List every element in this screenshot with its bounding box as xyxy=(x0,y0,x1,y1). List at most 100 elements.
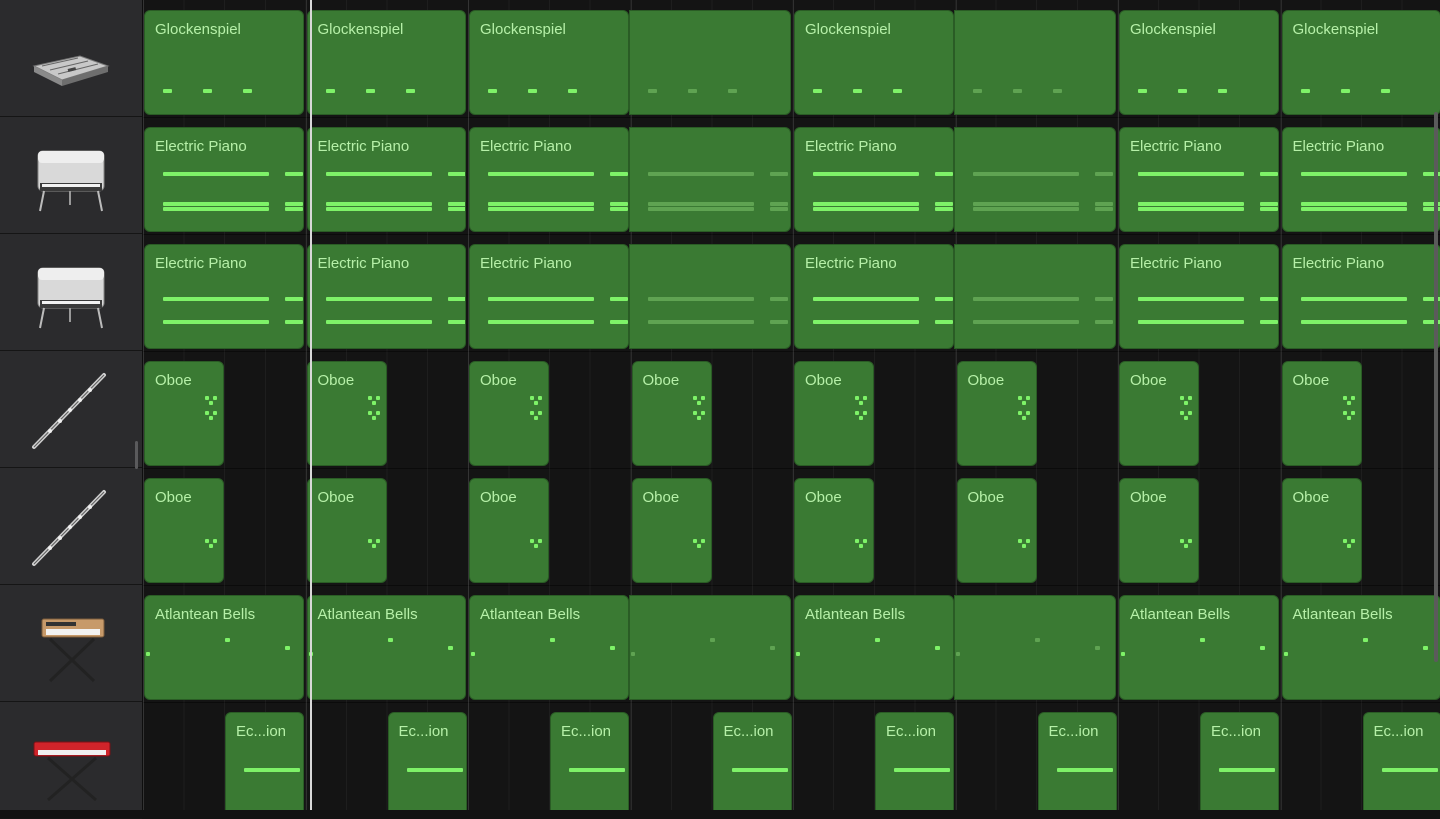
region-echo-station[interactable]: Ec...ion xyxy=(1038,712,1117,810)
region-glockenspiel[interactable] xyxy=(629,10,792,115)
region-label: Oboe xyxy=(643,489,680,506)
region-electric-piano-1[interactable]: Electric Piano xyxy=(144,127,304,232)
region-glockenspiel[interactable] xyxy=(954,10,1117,115)
track-header-glockenspiel[interactable] xyxy=(0,0,142,117)
midi-note xyxy=(530,539,534,543)
region-glockenspiel[interactable]: Glockenspiel xyxy=(794,10,954,115)
region-electric-piano-1[interactable]: Electric Piano xyxy=(307,127,467,232)
region-electric-piano-1[interactable]: Electric Piano xyxy=(1282,127,1440,232)
region-oboe-1[interactable]: Oboe xyxy=(1282,361,1362,466)
midi-note xyxy=(205,411,209,415)
region-oboe-1[interactable]: Oboe xyxy=(957,361,1037,466)
region-atlantean-bells[interactable] xyxy=(629,595,792,700)
region-label: Electric Piano xyxy=(318,138,410,155)
region-atlantean-bells[interactable]: Atlantean Bells xyxy=(1119,595,1279,700)
vertical-scrollbar[interactable] xyxy=(1434,112,1438,662)
midi-note xyxy=(1343,411,1347,415)
midi-note xyxy=(1180,539,1184,543)
midi-note xyxy=(648,207,754,211)
region-electric-piano-1[interactable] xyxy=(954,127,1117,232)
playhead[interactable] xyxy=(310,0,312,810)
region-atlantean-bells[interactable]: Atlantean Bells xyxy=(307,595,467,700)
region-atlantean-bells[interactable] xyxy=(954,595,1117,700)
region-glockenspiel[interactable]: Glockenspiel xyxy=(307,10,467,115)
region-electric-piano-2[interactable]: Electric Piano xyxy=(144,244,304,349)
region-oboe-2[interactable]: Oboe xyxy=(469,478,549,583)
region-electric-piano-1[interactable]: Electric Piano xyxy=(469,127,629,232)
region-oboe-2[interactable]: Oboe xyxy=(957,478,1037,583)
region-electric-piano-2[interactable]: Electric Piano xyxy=(1282,244,1440,349)
tracks-area[interactable]: GlockenspielGlockenspielGlockenspielGloc… xyxy=(143,0,1440,810)
region-echo-station[interactable]: Ec...ion xyxy=(388,712,467,810)
midi-note xyxy=(1301,320,1407,324)
region-label: Atlantean Bells xyxy=(1293,606,1393,623)
region-label: Glockenspiel xyxy=(155,21,241,38)
midi-note xyxy=(376,539,380,543)
region-electric-piano-1[interactable] xyxy=(629,127,792,232)
region-oboe-1[interactable]: Oboe xyxy=(794,361,874,466)
resize-handle[interactable] xyxy=(135,441,138,469)
region-glockenspiel[interactable]: Glockenspiel xyxy=(1282,10,1440,115)
region-oboe-2[interactable]: Oboe xyxy=(1282,478,1362,583)
region-atlantean-bells[interactable]: Atlantean Bells xyxy=(1282,595,1440,700)
region-glockenspiel[interactable]: Glockenspiel xyxy=(469,10,629,115)
region-atlantean-bells[interactable]: Atlantean Bells xyxy=(469,595,629,700)
track-header-echo-station[interactable] xyxy=(0,702,142,819)
region-oboe-2[interactable]: Oboe xyxy=(1119,478,1199,583)
track-header-atlantean-bells[interactable] xyxy=(0,585,142,702)
region-echo-station[interactable]: Ec...ion xyxy=(1363,712,1440,810)
midi-note xyxy=(770,172,788,176)
region-oboe-1[interactable]: Oboe xyxy=(307,361,387,466)
track-header-electric-piano-1[interactable] xyxy=(0,117,142,234)
midi-note xyxy=(368,396,372,400)
region-electric-piano-2[interactable]: Electric Piano xyxy=(469,244,629,349)
midi-note xyxy=(855,396,859,400)
region-electric-piano-2[interactable] xyxy=(629,244,792,349)
region-electric-piano-2[interactable]: Electric Piano xyxy=(307,244,467,349)
midi-note xyxy=(863,411,867,415)
region-atlantean-bells[interactable]: Atlantean Bells xyxy=(794,595,954,700)
midi-note xyxy=(326,172,432,176)
region-oboe-2[interactable]: Oboe xyxy=(144,478,224,583)
midi-note xyxy=(1301,207,1407,211)
region-oboe-1[interactable]: Oboe xyxy=(632,361,712,466)
region-label: Ec...ion xyxy=(399,723,449,740)
track-header-oboe-2[interactable] xyxy=(0,468,142,585)
region-oboe-1[interactable]: Oboe xyxy=(469,361,549,466)
track-header-oboe-1[interactable] xyxy=(0,351,142,468)
midi-note xyxy=(1260,646,1265,650)
region-atlantean-bells[interactable]: Atlantean Bells xyxy=(144,595,304,700)
midi-note xyxy=(448,172,466,176)
track-header-electric-piano-2[interactable] xyxy=(0,234,142,351)
region-electric-piano-2[interactable]: Electric Piano xyxy=(1119,244,1279,349)
region-electric-piano-1[interactable]: Electric Piano xyxy=(1119,127,1279,232)
region-glockenspiel[interactable]: Glockenspiel xyxy=(144,10,304,115)
region-label: Glockenspiel xyxy=(1293,21,1379,38)
region-oboe-2[interactable]: Oboe xyxy=(307,478,387,583)
region-echo-station[interactable]: Ec...ion xyxy=(1200,712,1279,810)
midi-note xyxy=(1341,89,1350,93)
region-oboe-2[interactable]: Oboe xyxy=(632,478,712,583)
region-echo-station[interactable]: Ec...ion xyxy=(875,712,954,810)
midi-note xyxy=(534,416,538,420)
midi-note xyxy=(1347,544,1351,548)
region-oboe-1[interactable]: Oboe xyxy=(1119,361,1199,466)
region-echo-station[interactable]: Ec...ion xyxy=(713,712,792,810)
midi-note xyxy=(1018,396,1022,400)
region-echo-station[interactable]: Ec...ion xyxy=(225,712,304,810)
midi-note xyxy=(1138,202,1244,206)
midi-note xyxy=(209,401,213,405)
midi-note xyxy=(488,89,497,93)
region-oboe-2[interactable]: Oboe xyxy=(794,478,874,583)
midi-note xyxy=(693,396,697,400)
region-glockenspiel[interactable]: Glockenspiel xyxy=(1119,10,1279,115)
region-electric-piano-2[interactable]: Electric Piano xyxy=(794,244,954,349)
region-oboe-1[interactable]: Oboe xyxy=(144,361,224,466)
region-electric-piano-1[interactable]: Electric Piano xyxy=(794,127,954,232)
region-electric-piano-2[interactable] xyxy=(954,244,1117,349)
midi-note xyxy=(1026,411,1030,415)
electric-piano-icon xyxy=(20,127,120,223)
region-echo-station[interactable]: Ec...ion xyxy=(550,712,629,810)
region-label: Ec...ion xyxy=(1374,723,1424,740)
midi-note xyxy=(1260,172,1278,176)
